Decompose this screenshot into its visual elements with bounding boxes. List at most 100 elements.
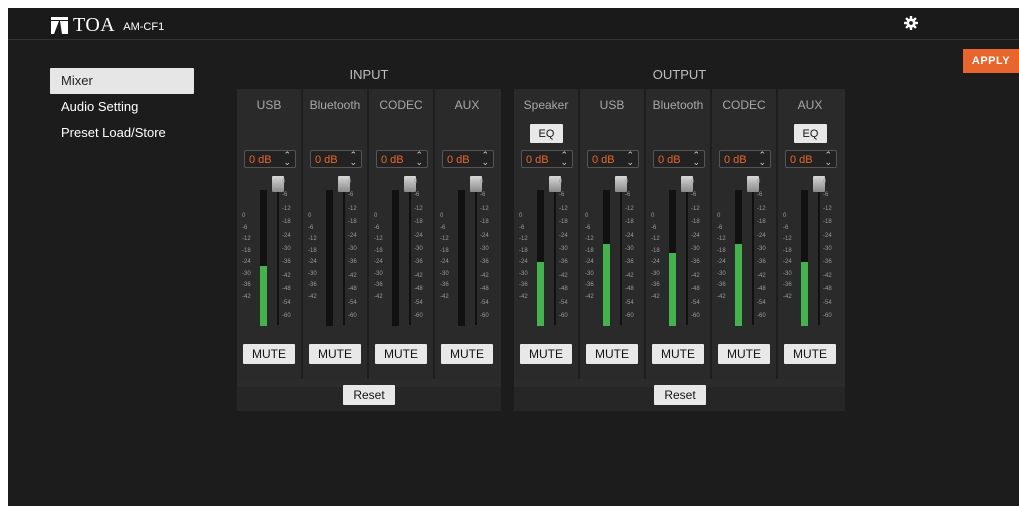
meter-tick-label: -12 xyxy=(519,236,528,242)
meter-tick-label: -30 xyxy=(717,270,726,277)
sidebar-item-mixer[interactable]: Mixer xyxy=(50,68,194,94)
meter-tick-label: 0 xyxy=(585,213,589,219)
fader-tick-label: -54 xyxy=(691,299,700,306)
meter-tick-label: 0 xyxy=(242,213,246,219)
gain-select[interactable]: 0 dB ⌃ ⌄ xyxy=(587,150,639,168)
fader-tick-label: -18 xyxy=(691,219,700,226)
fader-tick-label: -6 xyxy=(282,192,288,199)
mute-button[interactable]: MUTE xyxy=(652,344,704,364)
meter-tick-label: -36 xyxy=(585,282,594,288)
gear-icon[interactable] xyxy=(904,16,918,30)
meter-tick-label: -30 xyxy=(651,270,660,277)
sidebar-item-audio-setting[interactable]: Audio Setting xyxy=(50,94,194,120)
gain-select[interactable]: 0 dB ⌃ ⌄ xyxy=(521,150,573,168)
channel-name: AUX xyxy=(454,98,480,112)
eq-button[interactable]: EQ xyxy=(794,124,827,143)
up-down-spinner-icon: ⌃ ⌄ xyxy=(758,150,766,167)
gain-select[interactable]: 0 dB ⌃ ⌄ xyxy=(442,150,494,168)
meter-tick-label: -18 xyxy=(783,247,792,254)
gain-value: 0 dB xyxy=(592,154,615,166)
fader-track xyxy=(818,181,820,325)
level-meter xyxy=(458,190,465,326)
fader-tick-label: -54 xyxy=(348,299,357,306)
fader-tick-label: 0 xyxy=(282,179,286,185)
meter-tick-label: -6 xyxy=(308,224,314,231)
meter-tick-label: -6 xyxy=(242,224,248,231)
gain-select[interactable]: 0 dB ⌃ ⌄ xyxy=(244,150,296,168)
fader-tick-label: 0 xyxy=(414,179,418,185)
fader-tick-label: -18 xyxy=(757,219,766,226)
mute-button[interactable]: MUTE xyxy=(718,344,770,364)
output-reset-button[interactable]: Reset xyxy=(654,385,706,405)
fader-tick-label: -54 xyxy=(823,299,832,306)
level-meter-fill xyxy=(735,244,742,326)
meter-tick-label: -42 xyxy=(519,293,528,300)
up-down-spinner-icon: ⌃ ⌄ xyxy=(415,150,423,167)
fader-tick-label: -30 xyxy=(823,246,832,252)
brand-name: TOA xyxy=(73,14,116,36)
meter-tick-label: -36 xyxy=(308,282,317,288)
output-panel: Reset Speaker EQ 0 dB ⌃ ⌄ 0 -6 -12 -18 -24 -30 -36 -… xyxy=(514,89,845,411)
mute-button[interactable]: MUTE xyxy=(586,344,638,364)
meter-tick-label: -42 xyxy=(374,293,383,300)
meter-tick-label: -18 xyxy=(440,247,449,254)
meter-tick-label: 0 xyxy=(308,213,312,219)
gain-select[interactable]: 0 dB ⌃ ⌄ xyxy=(719,150,771,168)
fader-tick-label: -48 xyxy=(757,286,766,293)
fader-tick-label: -48 xyxy=(691,286,700,293)
meter-tick-label: -6 xyxy=(374,224,380,231)
fader-tick-label: -12 xyxy=(757,205,766,212)
channel-strip-usb: USB 0 dB ⌃ ⌄ 0 -6 -12 -18 -24 -30 -36 -42 0 -6 -12 -18 -… xyxy=(237,89,301,379)
fader-tick-label: -60 xyxy=(823,313,832,319)
fader-tick-label: -48 xyxy=(414,286,423,293)
gain-value: 0 dB xyxy=(381,154,404,166)
fader-tick-label: -30 xyxy=(282,246,291,252)
up-down-spinner-icon: ⌃ ⌄ xyxy=(824,150,832,167)
fader-tick-label: -36 xyxy=(559,259,568,266)
fader-tick-label: -6 xyxy=(559,192,565,199)
fader-tick-label: -18 xyxy=(348,219,357,226)
fader-tick-label: -6 xyxy=(757,192,763,199)
meter-tick-label: -24 xyxy=(651,259,660,265)
mute-button[interactable]: MUTE xyxy=(784,344,836,364)
input-reset-button[interactable]: Reset xyxy=(343,385,395,405)
eq-button[interactable]: EQ xyxy=(530,124,563,143)
fader-tick-label: -42 xyxy=(282,272,291,279)
app-window: TOA AM-CF1 APPLY Mixer Audio Setting Pre… xyxy=(8,8,1019,506)
gain-select[interactable]: 0 dB ⌃ ⌄ xyxy=(376,150,428,168)
mute-button[interactable]: MUTE xyxy=(309,344,361,364)
level-meter xyxy=(603,190,610,326)
fader-tick-label: -42 xyxy=(823,272,832,279)
gain-select[interactable]: 0 dB ⌃ ⌄ xyxy=(310,150,362,168)
fader-tick-label: -60 xyxy=(348,313,357,319)
up-down-spinner-icon: ⌃ ⌄ xyxy=(283,150,291,167)
meter-tick-label: -18 xyxy=(242,247,251,254)
fader-tick-label: -36 xyxy=(823,259,832,266)
fader-tick-label: -42 xyxy=(480,272,489,279)
fader-tick-label: -12 xyxy=(691,205,700,212)
mute-button[interactable]: MUTE xyxy=(441,344,493,364)
meter-tick-label: -12 xyxy=(717,236,726,242)
fader-tick-label: -6 xyxy=(823,192,829,199)
fader-tick-label: -60 xyxy=(625,313,634,319)
fader-tick-label: -54 xyxy=(559,299,568,306)
fader-track xyxy=(554,181,556,325)
fader-tick-label: -12 xyxy=(282,205,291,212)
fader-tick-label: -30 xyxy=(559,246,568,252)
fader-tick-label: -12 xyxy=(414,205,423,212)
fader-tick-label: -30 xyxy=(480,246,489,252)
meter-tick-label: 0 xyxy=(717,213,721,219)
fader-tick-label: -54 xyxy=(480,299,489,306)
gain-select[interactable]: 0 dB ⌃ ⌄ xyxy=(653,150,705,168)
gain-select[interactable]: 0 dB ⌃ ⌄ xyxy=(785,150,837,168)
apply-button[interactable]: APPLY xyxy=(963,49,1019,73)
sidebar-item-preset-load-store[interactable]: Preset Load/Store xyxy=(50,120,194,146)
meter-tick-label: -24 xyxy=(242,259,251,265)
fader-tick-label: -24 xyxy=(559,232,568,239)
mute-button[interactable]: MUTE xyxy=(520,344,572,364)
meter-tick-label: -42 xyxy=(783,293,792,300)
mute-button[interactable]: MUTE xyxy=(375,344,427,364)
mute-button[interactable]: MUTE xyxy=(243,344,295,364)
meter-tick-label: -24 xyxy=(519,259,528,265)
meter-tick-label: 0 xyxy=(783,213,787,219)
